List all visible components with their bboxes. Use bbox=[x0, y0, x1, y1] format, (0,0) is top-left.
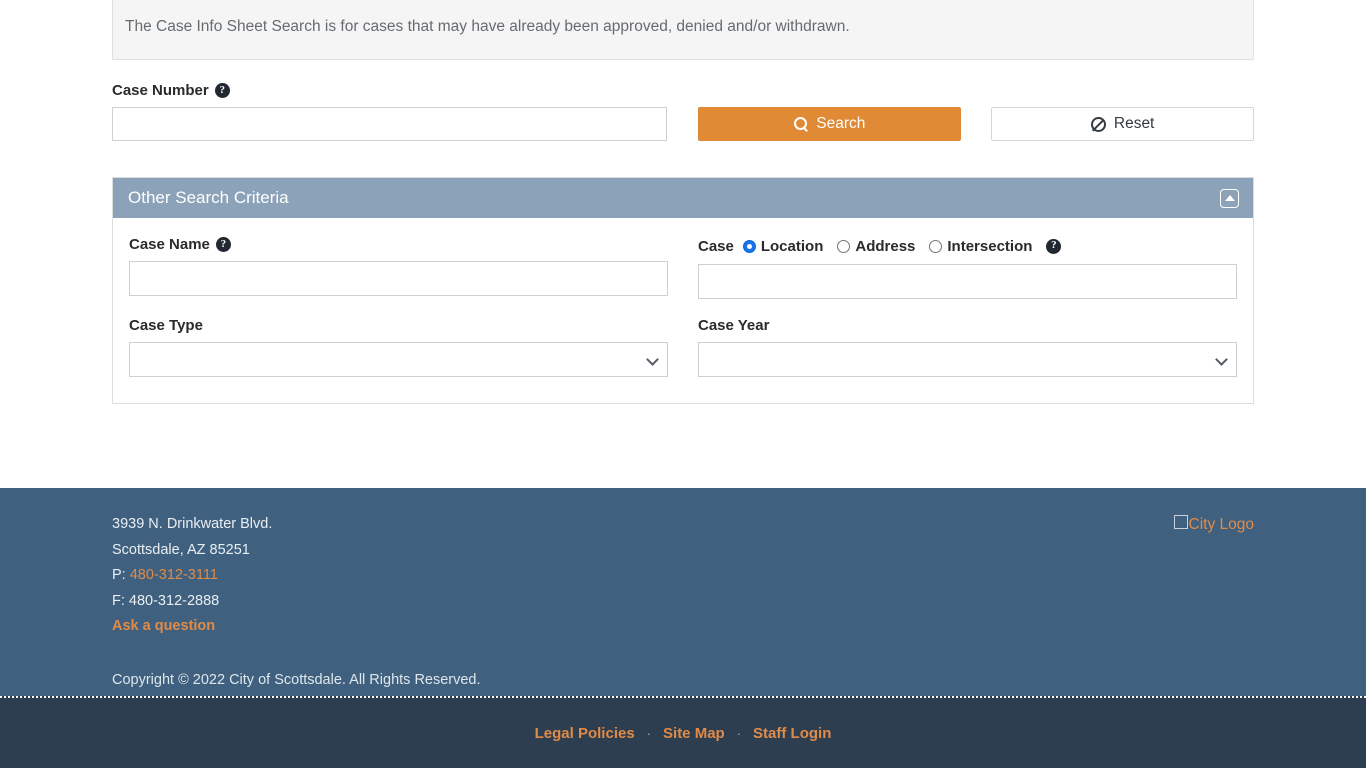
case-radio-group-label: Case bbox=[698, 237, 734, 255]
case-name-input[interactable] bbox=[129, 261, 668, 296]
panel-header: Other Search Criteria bbox=[113, 178, 1253, 218]
footer-inner: 3939 N. Drinkwater Blvd. Scottsdale, AZ … bbox=[112, 488, 1254, 693]
case-type-label-row: Case Type bbox=[129, 317, 668, 334]
footer-copyright: Copyright © 2022 City of Scottsdale. All… bbox=[112, 671, 481, 688]
case-type-label: Case Type bbox=[129, 317, 203, 334]
case-name-field: Case Name ? bbox=[129, 236, 668, 299]
case-type-select[interactable] bbox=[129, 342, 668, 377]
footer-separator: · bbox=[736, 725, 742, 741]
case-name-label: Case Name bbox=[129, 236, 210, 253]
footer-phone-link[interactable]: 480-312-3111 bbox=[130, 567, 218, 583]
other-search-criteria-panel: Other Search Criteria Case Name ? Case L… bbox=[112, 177, 1254, 404]
case-name-label-row: Case Name ? bbox=[129, 236, 668, 253]
footer-phone-prefix: P: bbox=[112, 567, 130, 583]
site-footer: 3939 N. Drinkwater Blvd. Scottsdale, AZ … bbox=[0, 488, 1366, 696]
radio-address-label: Address bbox=[855, 237, 916, 255]
case-year-select[interactable] bbox=[698, 342, 1237, 377]
radio-option-address[interactable]: Address bbox=[837, 238, 915, 255]
case-location-label-row: Case Location Address Intersection ? bbox=[698, 236, 1237, 256]
city-logo[interactable]: City Logo bbox=[1173, 512, 1254, 538]
radio-intersection-input[interactable] bbox=[929, 239, 943, 253]
footer-separator: · bbox=[646, 725, 652, 741]
criteria-row-2: Case Type Case Year bbox=[129, 317, 1237, 377]
reset-button[interactable]: Reset bbox=[991, 107, 1255, 141]
help-circle-icon[interactable]: ? bbox=[215, 237, 231, 252]
footer-fax: F: 480-312-2888 bbox=[112, 592, 220, 609]
search-button-label: Search bbox=[816, 115, 866, 132]
info-banner: The Case Info Sheet Search is for cases … bbox=[112, 0, 1254, 60]
page-root: The Case Info Sheet Search is for cases … bbox=[0, 0, 1366, 768]
radio-option-intersection[interactable]: Intersection bbox=[929, 238, 1032, 255]
footer-address-line2: Scottsdale, AZ 85251 bbox=[112, 541, 250, 558]
radio-address-input[interactable] bbox=[837, 239, 851, 253]
case-year-field: Case Year bbox=[698, 317, 1237, 377]
case-number-label-row: Case Number ? bbox=[112, 82, 1254, 99]
ban-icon bbox=[1090, 116, 1106, 132]
radio-intersection-label: Intersection bbox=[947, 237, 1033, 255]
case-number-input[interactable] bbox=[112, 107, 668, 141]
criteria-row-1: Case Name ? Case Location Address Inters… bbox=[129, 236, 1237, 299]
panel-body: Case Name ? Case Location Address Inters… bbox=[113, 218, 1253, 403]
radio-location-label: Location bbox=[760, 237, 824, 255]
caret-up-glyph bbox=[1224, 195, 1235, 201]
panel-title: Other Search Criteria bbox=[128, 188, 289, 207]
city-logo-alt-text: City Logo bbox=[1188, 516, 1254, 533]
case-type-field: Case Type bbox=[129, 317, 668, 377]
caret-up-icon[interactable] bbox=[1220, 188, 1239, 208]
footer-bottom-bar: Legal Policies · Site Map · Staff Login bbox=[0, 696, 1366, 768]
case-year-label-row: Case Year bbox=[698, 317, 1237, 334]
staff-login-link[interactable]: Staff Login bbox=[753, 725, 831, 742]
case-type-select-wrap bbox=[129, 342, 668, 377]
search-button[interactable]: Search bbox=[698, 107, 962, 141]
radio-location-input[interactable] bbox=[742, 239, 756, 253]
site-map-link[interactable]: Site Map bbox=[663, 725, 725, 742]
case-location-input[interactable] bbox=[698, 264, 1237, 299]
radio-option-location[interactable]: Location bbox=[742, 237, 824, 255]
footer-phone-row: P: 480-312-3111 bbox=[112, 563, 1254, 589]
legal-policies-link[interactable]: Legal Policies bbox=[535, 725, 635, 742]
footer-address-line1: 3939 N. Drinkwater Blvd. bbox=[112, 516, 273, 532]
ask-a-question-link[interactable]: Ask a question bbox=[112, 614, 1254, 640]
case-year-label: Case Year bbox=[698, 317, 770, 334]
info-banner-text: The Case Info Sheet Search is for cases … bbox=[125, 18, 850, 35]
main-content: The Case Info Sheet Search is for cases … bbox=[112, 0, 1255, 404]
case-location-field: Case Location Address Intersection ? bbox=[698, 236, 1237, 299]
broken-image-icon bbox=[1173, 515, 1188, 529]
case-number-label: Case Number bbox=[112, 82, 209, 99]
help-circle-icon[interactable]: ? bbox=[1046, 238, 1062, 254]
case-number-row: Search Reset bbox=[112, 107, 1255, 141]
help-circle-icon[interactable]: ? bbox=[214, 83, 230, 98]
search-icon bbox=[794, 117, 808, 131]
reset-button-label: Reset bbox=[1113, 115, 1155, 132]
case-year-select-wrap bbox=[698, 342, 1237, 377]
